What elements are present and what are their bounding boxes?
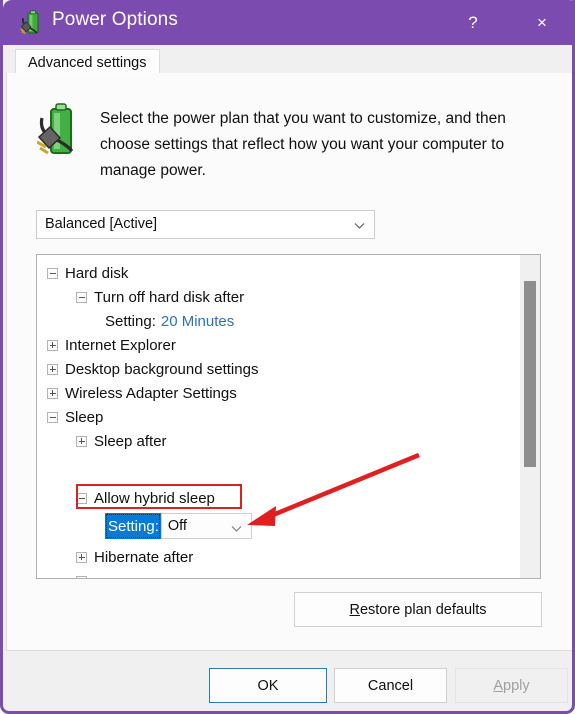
setting-label-selected: Setting: (105, 513, 161, 539)
chevron-down-icon (231, 526, 242, 532)
tree-node-label: Hard disk (65, 264, 129, 282)
tree-node-label: Turn off hard disk after (94, 288, 245, 306)
tab-label: Advanced settings (28, 54, 147, 71)
tree-node-label: Hibernate after (94, 548, 194, 566)
close-button[interactable]: × (519, 0, 565, 45)
restore-label-rest: estore plan defaults (359, 601, 487, 618)
hybrid-sleep-setting-row[interactable]: Setting: Off (105, 513, 252, 539)
description-text: Select the power plan that you want to c… (100, 110, 506, 179)
hybrid-sleep-setting-value: Off (167, 518, 187, 534)
chevron-down-icon (354, 223, 365, 229)
ok-button[interactable]: OK (209, 668, 327, 703)
advanced-settings-tree[interactable]: Hard disk Turn off hard disk after Setti… (36, 254, 541, 579)
collapse-toggle-icon[interactable] (47, 267, 58, 279)
ok-label: OK (257, 677, 279, 694)
apply-button: Apply (455, 668, 568, 703)
hybrid-sleep-setting-combobox[interactable]: Off (160, 513, 252, 539)
tree-node-wireless-adapter-settings[interactable]: Wireless Adapter Settings (47, 381, 237, 405)
tree-scrollbar[interactable] (520, 255, 540, 578)
power-plug-battery-icon (20, 10, 39, 35)
tree-node-hard-disk[interactable]: Hard disk (47, 261, 128, 285)
apply-label-rest: pply (503, 677, 530, 694)
tab-strip: Advanced settings (6, 45, 572, 75)
tree-node-value[interactable]: 20 Minutes (161, 313, 234, 330)
restore-plan-defaults-button[interactable]: Restore plan defaults (294, 592, 542, 627)
window-title: Power Options (52, 9, 178, 30)
power-plan-select[interactable]: Balanced [Active] (36, 210, 375, 239)
tree-node-desktop-background-settings[interactable]: Desktop background settings (47, 357, 258, 381)
expand-toggle-icon[interactable] (47, 363, 58, 375)
tree-node-label: Setting: (105, 312, 156, 330)
tree-node-clipped[interactable] (76, 569, 94, 578)
tree-scrollbar-thumb[interactable] (524, 281, 536, 467)
tree-content: Hard disk Turn off hard disk after Setti… (37, 255, 521, 578)
tree-node-label: Wireless Adapter Settings (65, 384, 237, 402)
expand-toggle-icon[interactable] (76, 435, 87, 447)
tree-node-label: Internet Explorer (65, 336, 176, 354)
annotation-highlight-box (76, 484, 242, 509)
power-plug-battery-icon (37, 103, 74, 155)
restore-accel-letter: R (349, 601, 360, 618)
expand-toggle-icon[interactable] (47, 339, 58, 351)
help-button[interactable]: ? (450, 0, 496, 45)
power-options-window: Power Options ? × Advanced settings Sele… (0, 0, 575, 714)
tree-node-turn-off-hard-disk-after[interactable]: Turn off hard disk after (76, 285, 244, 309)
collapse-toggle-icon[interactable] (47, 411, 58, 423)
expand-toggle-icon[interactable] (47, 387, 58, 399)
tree-node-hard-disk-setting[interactable]: Setting: 20 Minutes (105, 309, 234, 333)
tree-node-hibernate-after[interactable]: Hibernate after (76, 545, 193, 569)
tree-node-label: Sleep after (94, 432, 167, 450)
cancel-button[interactable]: Cancel (334, 668, 447, 703)
cancel-label: Cancel (367, 677, 414, 694)
tree-node-internet-explorer[interactable]: Internet Explorer (47, 333, 176, 357)
tree-node-label: Sleep (65, 408, 104, 426)
tree-node-sleep[interactable]: Sleep (47, 405, 103, 429)
tree-node-sleep-after[interactable]: Sleep after (76, 429, 167, 453)
collapse-toggle-icon[interactable] (76, 575, 87, 578)
apply-accel-letter: A (493, 677, 504, 694)
power-plan-value: Balanced [Active] (45, 216, 158, 232)
title-bar[interactable]: Power Options ? × (3, 0, 572, 45)
tree-node-label: Desktop background settings (65, 360, 259, 378)
collapse-toggle-icon[interactable] (76, 291, 87, 303)
expand-toggle-icon[interactable] (76, 551, 87, 563)
tab-advanced-settings[interactable]: Advanced settings (15, 49, 160, 75)
